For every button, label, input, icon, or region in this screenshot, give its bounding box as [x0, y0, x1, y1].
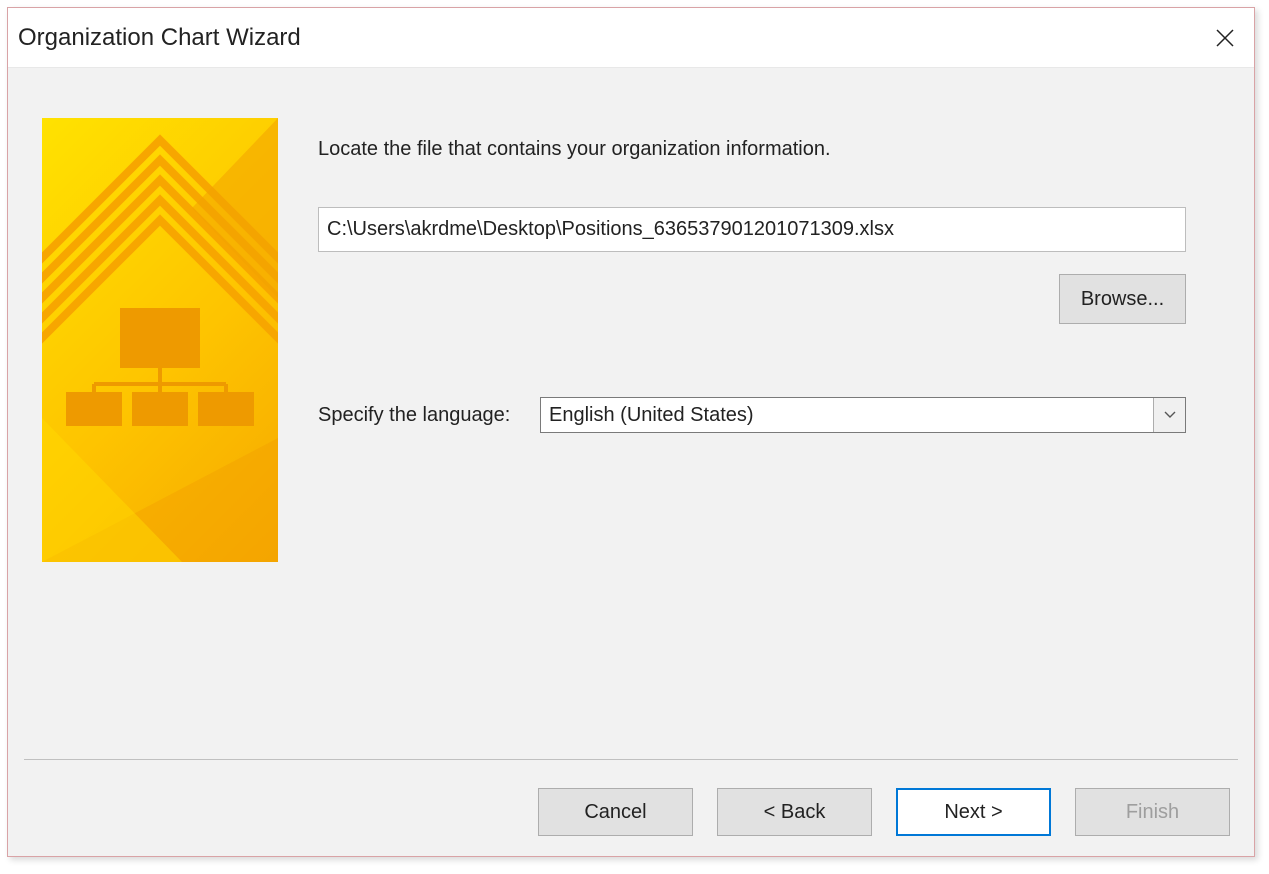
- button-row: Cancel < Back Next > Finish: [538, 788, 1230, 836]
- titlebar: Organization Chart Wizard: [8, 8, 1254, 68]
- language-label: Specify the language:: [318, 404, 540, 427]
- back-button[interactable]: < Back: [717, 788, 872, 836]
- browse-row: Browse...: [318, 274, 1186, 324]
- close-icon: [1215, 28, 1235, 48]
- file-path-input[interactable]: [318, 207, 1186, 252]
- language-select[interactable]: English (United States): [540, 397, 1186, 433]
- instruction-text: Locate the file that contains your organ…: [318, 138, 1220, 161]
- wizard-illustration: [42, 118, 278, 562]
- close-button[interactable]: [1202, 15, 1248, 61]
- cancel-button[interactable]: Cancel: [538, 788, 693, 836]
- chevron-down-icon: [1164, 411, 1176, 419]
- separator: [24, 759, 1238, 760]
- language-row: Specify the language: English (United St…: [318, 397, 1186, 433]
- finish-button: Finish: [1075, 788, 1230, 836]
- dialog-title: Organization Chart Wizard: [18, 24, 301, 52]
- form-area: Locate the file that contains your organ…: [318, 118, 1220, 856]
- browse-button[interactable]: Browse...: [1059, 274, 1186, 324]
- language-value: English (United States): [541, 404, 1153, 427]
- content-area: Locate the file that contains your organ…: [8, 68, 1254, 856]
- next-button[interactable]: Next >: [896, 788, 1051, 836]
- wizard-dialog: Organization Chart Wizard: [7, 7, 1255, 857]
- dropdown-arrow[interactable]: [1153, 398, 1185, 432]
